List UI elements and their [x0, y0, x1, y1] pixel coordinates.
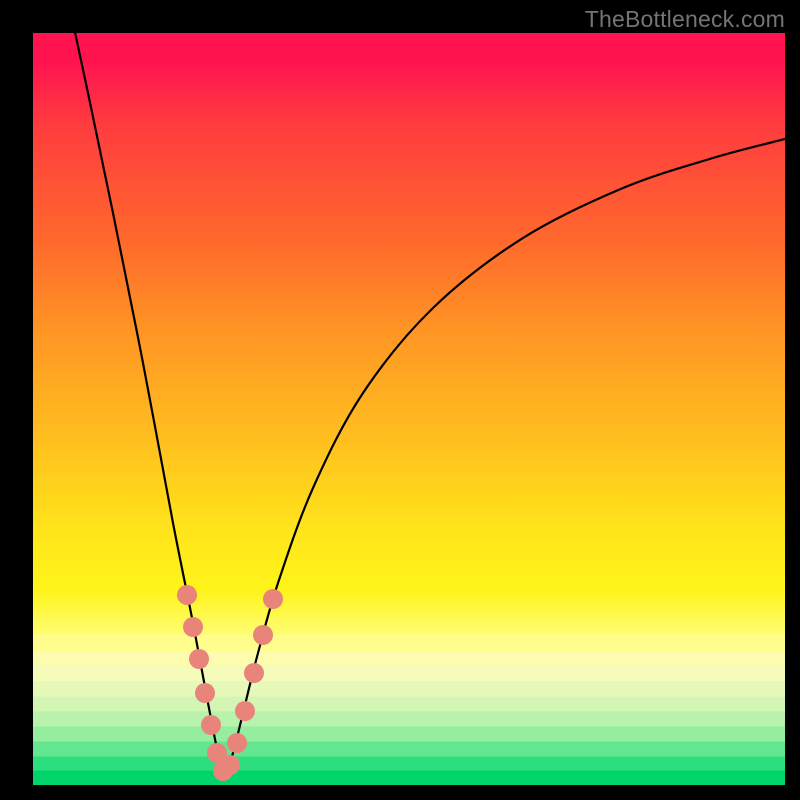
bottleneck-curve [73, 33, 785, 773]
curve-marker [220, 755, 240, 775]
curve-markers [177, 585, 283, 781]
curve-marker [201, 715, 221, 735]
curve-marker [235, 701, 255, 721]
watermark-text: TheBottleneck.com [585, 6, 785, 33]
curve-layer [33, 33, 785, 785]
chart-frame: TheBottleneck.com [0, 0, 800, 800]
curve-marker [263, 589, 283, 609]
curve-marker [195, 683, 215, 703]
curve-marker [253, 625, 273, 645]
curve-marker [227, 733, 247, 753]
curve-marker [177, 585, 197, 605]
plot-area [33, 33, 785, 785]
curve-marker [244, 663, 264, 683]
curve-marker [183, 617, 203, 637]
curve-marker [189, 649, 209, 669]
